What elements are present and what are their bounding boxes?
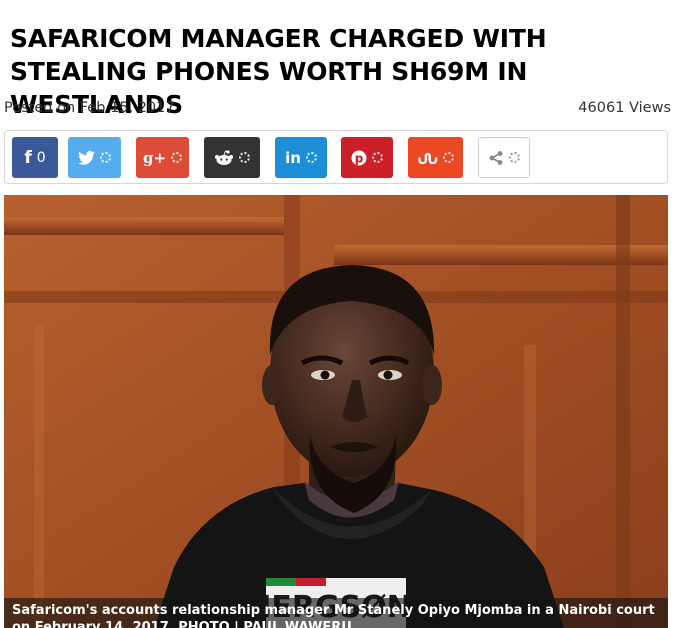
photo-caption: Safaricom's accounts relationship manage…	[4, 598, 668, 628]
google-plus-icon: g+	[142, 148, 167, 167]
article-meta: Posted on Feb 15, 2017 46061 Views	[4, 100, 671, 120]
loading-spinner-icon	[305, 152, 317, 163]
linkedin-share-button[interactable]: in	[275, 137, 327, 178]
loading-spinner-icon	[100, 152, 111, 163]
twitter-icon	[78, 150, 95, 165]
more-share-button[interactable]	[478, 137, 530, 178]
share-icon	[489, 150, 503, 165]
stumbleupon-share-button[interactable]	[408, 137, 463, 178]
facebook-share-count: 0	[36, 149, 46, 166]
pinterest-share-button[interactable]: p	[341, 137, 393, 178]
posted-date: Posted on Feb 15, 2017	[4, 100, 175, 116]
svg-text:p: p	[355, 151, 364, 165]
article-photo: IERGSØN	[4, 195, 668, 628]
google-plus-share-button[interactable]: g+	[136, 137, 189, 178]
loading-spinner-icon	[372, 152, 383, 163]
stumbleupon-icon	[417, 152, 437, 164]
loading-spinner-icon	[442, 152, 454, 163]
share-bar: f 0 g+ in p	[4, 130, 668, 184]
court-photo-illustration: IERGSØN	[4, 195, 668, 628]
pinterest-icon: p	[351, 150, 367, 165]
loading-spinner-icon	[171, 152, 183, 163]
loading-spinner-icon	[239, 152, 250, 163]
reddit-share-button[interactable]	[204, 137, 260, 178]
view-count: 46061 Views	[578, 100, 671, 116]
facebook-icon: f	[24, 147, 32, 168]
loading-spinner-icon	[509, 152, 520, 163]
linkedin-icon: in	[285, 148, 301, 167]
twitter-share-button[interactable]	[68, 137, 121, 178]
facebook-share-button[interactable]: f 0	[12, 137, 58, 178]
reddit-icon	[215, 149, 233, 165]
